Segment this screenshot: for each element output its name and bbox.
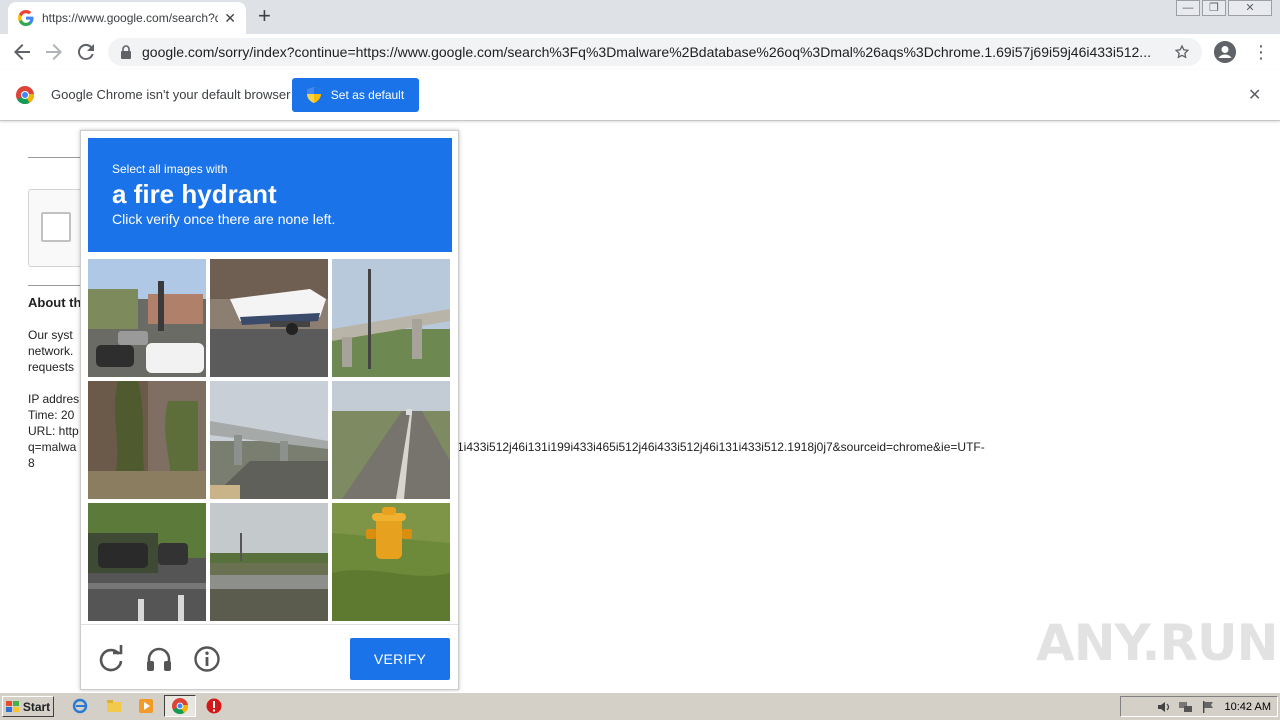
back-arrow-icon[interactable]: [10, 40, 34, 64]
security-alert-icon[interactable]: [206, 698, 222, 714]
info-text-line: requests: [28, 360, 75, 374]
image-tile[interactable]: [332, 259, 450, 377]
forward-arrow-icon[interactable]: [42, 40, 66, 64]
divider: [28, 157, 88, 158]
tab-close-icon[interactable]: ✕: [224, 10, 236, 27]
image-tile[interactable]: [88, 259, 206, 377]
bookmark-star-icon[interactable]: [1174, 44, 1190, 60]
media-player-icon[interactable]: [138, 698, 154, 714]
taskbar: Start 10:42 AM: [0, 692, 1280, 720]
chrome-taskbar-icon[interactable]: [172, 698, 188, 714]
url-value-line: 8: [28, 456, 35, 470]
reload-challenge-icon[interactable]: [97, 645, 125, 673]
chrome-menu-icon[interactable]: ⋮: [1252, 41, 1270, 63]
ip-address-label: IP addres: [28, 392, 80, 406]
close-window-button[interactable]: ✕: [1228, 0, 1272, 16]
image-tile[interactable]: [210, 259, 328, 377]
recaptcha-checkbox[interactable]: [41, 212, 71, 242]
info-icon[interactable]: [193, 645, 221, 673]
address-bar[interactable]: google.com/sorry/index?continue=https://…: [108, 38, 1202, 66]
image-tile[interactable]: [210, 381, 328, 499]
image-tile-fire-hydrant[interactable]: [332, 503, 450, 621]
volume-icon[interactable]: [1157, 701, 1171, 713]
restore-button[interactable]: ❐: [1202, 0, 1226, 16]
window-controls: — ❐ ✕: [1174, 0, 1272, 16]
system-clock[interactable]: 10:42 AM: [1225, 701, 1271, 713]
challenge-target: a fire hydrant: [112, 179, 277, 209]
anyrun-watermark: ANY.RUN: [1036, 614, 1278, 672]
browser-toolbar: google.com/sorry/index?continue=https://…: [0, 34, 1280, 70]
image-tile[interactable]: [210, 503, 328, 621]
internet-explorer-icon[interactable]: [72, 698, 88, 714]
info-text-line: network.: [28, 344, 74, 358]
audio-challenge-icon[interactable]: [145, 645, 173, 673]
google-favicon-icon: [18, 10, 34, 26]
start-label: Start: [22, 699, 51, 714]
url-value-tail: 1i433i512j46i131i199i433i465i512j46i433i…: [457, 440, 985, 454]
set-as-default-button[interactable]: Set as default: [292, 78, 419, 112]
minimize-button[interactable]: —: [1176, 0, 1200, 16]
tab-title: https://www.google.com/search?q=: [42, 11, 219, 25]
reload-icon[interactable]: [74, 40, 98, 64]
default-browser-infobar: Google Chrome isn't your default browser…: [0, 70, 1280, 121]
image-tile[interactable]: [332, 381, 450, 499]
chrome-logo-icon: [16, 86, 34, 104]
set-as-default-label: Set as default: [330, 88, 405, 102]
browser-tab-active[interactable]: https://www.google.com/search?q= ✕: [8, 2, 246, 34]
verify-button[interactable]: VERIFY: [350, 638, 450, 680]
action-center-flag-icon[interactable]: [1201, 700, 1215, 713]
file-explorer-icon[interactable]: [106, 698, 122, 714]
url-value-line: q=malwa: [28, 440, 77, 454]
tab-strip: https://www.google.com/search?q= ✕ + — ❐…: [0, 0, 1280, 34]
shield-icon: [306, 87, 321, 103]
image-tile[interactable]: [88, 503, 206, 621]
network-icon[interactable]: [1178, 701, 1193, 713]
windows-flag-icon: [5, 700, 19, 712]
instruction-line: Select all images with: [112, 162, 228, 176]
about-heading: About th: [28, 295, 82, 310]
image-tile[interactable]: [88, 381, 206, 499]
url-label: URL: http: [28, 424, 79, 438]
system-tray: 10:42 AM: [1120, 696, 1278, 717]
lock-icon[interactable]: [120, 45, 132, 59]
time-label: Time: 20: [28, 408, 75, 422]
new-tab-button[interactable]: +: [258, 5, 271, 27]
recaptcha-challenge: Select all images with a fire hydrant Cl…: [80, 130, 459, 690]
challenge-footer: VERIFY: [81, 624, 458, 690]
divider: [28, 285, 88, 286]
infobar-close-icon[interactable]: ✕: [1248, 85, 1261, 105]
url-text[interactable]: google.com/sorry/index?continue=https://…: [142, 44, 1166, 60]
infobar-message: Google Chrome isn't your default browser: [51, 87, 291, 102]
image-grid: [88, 259, 452, 623]
profile-avatar-icon[interactable]: [1214, 41, 1236, 63]
info-text-line: Our syst: [28, 328, 73, 342]
challenge-instructions: Select all images with a fire hydrant Cl…: [88, 138, 452, 252]
start-button[interactable]: Start: [2, 696, 54, 717]
instruction-line: Click verify once there are none left.: [112, 211, 336, 227]
